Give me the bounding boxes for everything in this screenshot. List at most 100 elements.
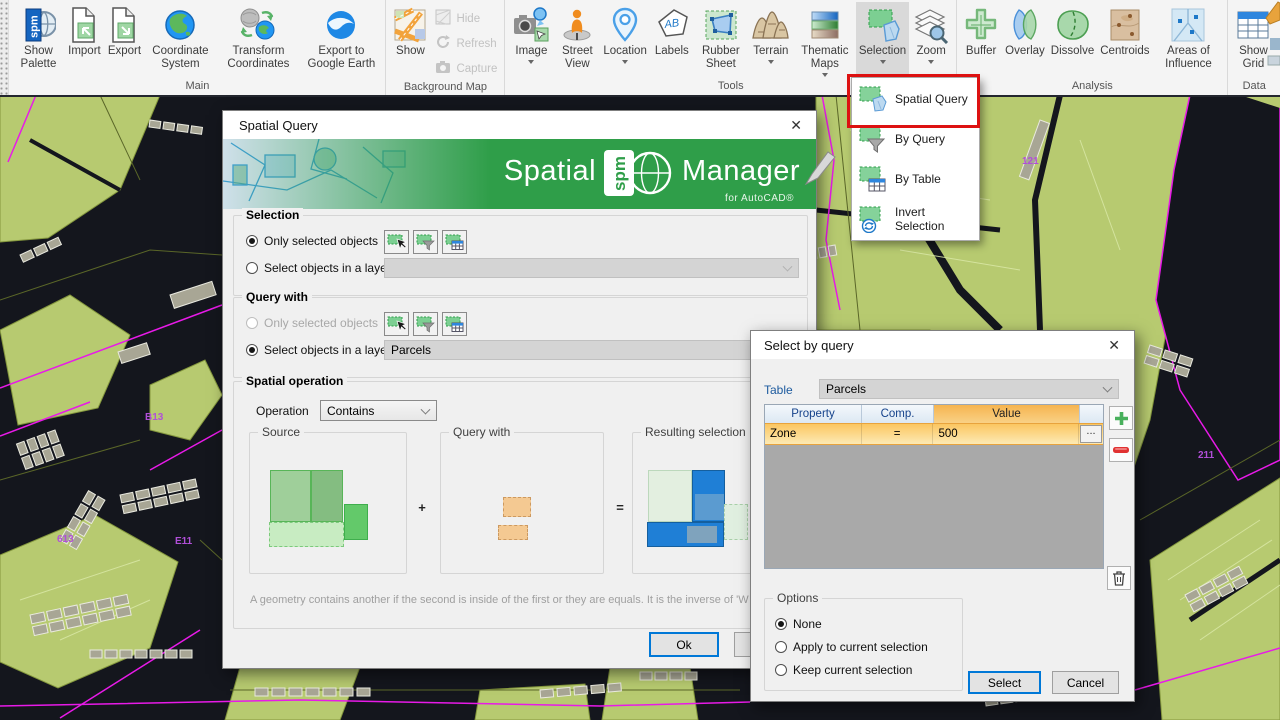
spm-logo: spm — [604, 148, 674, 198]
chevron-down-icon — [421, 404, 431, 414]
chevron-down-icon — [822, 73, 828, 77]
brand-subtitle: for AutoCAD® — [725, 193, 794, 204]
ribbon-group-main: spm Show Palette Import Export — [9, 0, 386, 95]
add-condition-button[interactable] — [1109, 406, 1133, 430]
ribbon-button-image[interactable]: Image — [508, 2, 554, 64]
ribbon-button-selection[interactable]: Selection — [856, 2, 909, 79]
selection-layer-combo — [384, 258, 799, 278]
combo-value: Contains — [327, 404, 374, 418]
by-query-funnel-icon — [858, 125, 888, 153]
diagram-shape — [503, 497, 531, 517]
spatial-query-titlebar[interactable]: Spatial Query ✕ — [223, 111, 816, 139]
ribbon-button-import[interactable]: Import — [64, 2, 104, 58]
radio-only-selected-objects[interactable]: Only selected objects — [246, 234, 378, 248]
groupbox-label: Query with — [242, 290, 312, 304]
menu-item-by-table[interactable]: By Table — [852, 159, 979, 199]
ribbon-button-show-palette[interactable]: spm Show Palette — [12, 2, 64, 71]
grid-header-property[interactable]: Property — [765, 405, 862, 423]
buffer-icon — [963, 5, 999, 45]
radio-none[interactable]: None — [775, 617, 822, 631]
ribbon-button-zoom[interactable]: Zoom — [909, 2, 953, 64]
groupbox-label: Selection — [242, 208, 303, 222]
thematic-maps-icon — [808, 5, 842, 45]
radio-qw-select-objects-in-layer[interactable]: Select objects in a layer — [246, 343, 391, 357]
qw-table-objects-button[interactable] — [442, 312, 467, 336]
table-combo[interactable]: Parcels — [819, 379, 1119, 399]
ribbon-button-rubber-sheet[interactable]: Rubber Sheet — [694, 2, 748, 71]
remove-condition-button[interactable] — [1109, 438, 1133, 462]
value-ellipsis-button[interactable]: ... — [1080, 425, 1102, 443]
diagram-shape — [687, 526, 717, 543]
ribbon-button-label: Capture — [456, 63, 497, 75]
menu-item-invert-selection[interactable]: Invert Selection — [852, 199, 979, 239]
ribbon-button-label: Image — [515, 45, 547, 58]
ribbon-grip[interactable] — [0, 0, 9, 95]
labels-tag-icon: AB — [653, 5, 691, 45]
ribbon-button-street-view[interactable]: Street View — [554, 2, 600, 71]
selection-groupbox: Selection Only selected objects Select o… — [233, 215, 808, 296]
qw-pick-objects-button[interactable] — [384, 312, 409, 336]
select-by-query-dialog: Select by query ✕ Table Parcels Property… — [750, 330, 1135, 702]
ribbon-button-label: Selection — [859, 45, 906, 58]
zoom-layers-icon — [912, 5, 950, 45]
ribbon-button-location[interactable]: Location — [600, 2, 649, 64]
equals-sign: = — [608, 500, 632, 515]
ribbon-button-export[interactable]: Export — [104, 2, 144, 58]
ribbon-button-dissolve[interactable]: Dissolve — [1048, 2, 1097, 58]
ok-button[interactable]: Ok — [649, 632, 719, 657]
query-grid: Property Comp. Value Zone = 500 ... — [764, 404, 1104, 569]
ribbon-button-label: Export — [108, 45, 141, 58]
grid-cell-value[interactable]: 500 — [933, 424, 1079, 444]
spm-palette-icon: spm — [20, 5, 56, 45]
ribbon-button-label: Coordinate System — [147, 45, 213, 71]
radio-icon — [246, 262, 258, 274]
radio-select-objects-in-layer[interactable]: Select objects in a layer — [246, 261, 391, 275]
radio-icon — [775, 641, 787, 653]
grid-header-value[interactable]: Value — [934, 405, 1080, 423]
grid-cell-comp[interactable]: = — [862, 424, 934, 444]
google-earth-icon — [323, 5, 359, 45]
select-by-query-titlebar[interactable]: Select by query ✕ — [751, 331, 1134, 359]
menu-item-label: By Table — [895, 172, 941, 186]
query-with-layer-combo[interactable]: Parcels — [384, 340, 799, 360]
radio-icon — [246, 344, 258, 356]
radio-keep-current-selection[interactable]: Keep current selection — [775, 663, 912, 677]
select-button[interactable]: Select — [968, 671, 1041, 694]
ribbon-button-overlay[interactable]: Overlay — [1002, 2, 1048, 58]
radio-label: Keep current selection — [793, 663, 912, 677]
camera-icon — [435, 59, 451, 78]
ribbon-button-labels[interactable]: AB Labels — [650, 2, 694, 58]
ribbon-button-transform-coordinates[interactable]: Transform Coordinates — [216, 2, 300, 71]
query-grid-row[interactable]: Zone = 500 ... — [765, 423, 1103, 445]
areas-of-influence-icon — [1169, 5, 1207, 45]
grid-header-comp[interactable]: Comp. — [862, 405, 934, 423]
clear-conditions-trash-button[interactable] — [1107, 566, 1131, 590]
grid-cell-property[interactable]: Zone — [765, 424, 862, 444]
operation-combo[interactable]: Contains — [320, 400, 437, 421]
radio-apply-to-current-selection[interactable]: Apply to current selection — [775, 640, 928, 654]
ribbon-button-terrain[interactable]: Terrain — [748, 2, 794, 64]
ribbon-button-label: Terrain — [753, 45, 788, 58]
qw-filter-objects-button[interactable] — [413, 312, 438, 336]
ribbon-button-label: Labels — [655, 45, 689, 58]
ribbon-button-show-background[interactable]: Show — [389, 2, 431, 58]
ribbon-button-coordinate-system[interactable]: Coordinate System — [144, 2, 216, 71]
pick-objects-button[interactable] — [384, 230, 409, 254]
close-icon[interactable]: ✕ — [786, 117, 806, 134]
ribbon-button-export-google-earth[interactable]: Export to Google Earth — [300, 2, 382, 71]
filter-objects-button[interactable] — [413, 230, 438, 254]
chevron-down-icon — [528, 60, 534, 64]
ribbon-button-thematic-maps[interactable]: Thematic Maps — [794, 2, 856, 77]
chevron-down-icon — [622, 60, 628, 64]
close-icon[interactable]: ✕ — [1104, 337, 1124, 354]
ribbon-button-label: Overlay — [1005, 45, 1045, 58]
combo-value: Parcels — [391, 343, 431, 357]
ribbon-button-centroids[interactable]: Centroids — [1097, 2, 1152, 58]
groupbox-label: Options — [773, 591, 822, 605]
ribbon-button-areas-of-influence[interactable]: Areas of Influence — [1152, 2, 1224, 71]
ribbon-button-buffer[interactable]: Buffer — [960, 2, 1002, 58]
table-objects-button[interactable] — [442, 230, 467, 254]
cancel-button[interactable]: Cancel — [1052, 671, 1119, 694]
svg-text:AB: AB — [663, 17, 680, 31]
map-label: 121 — [1022, 156, 1039, 167]
